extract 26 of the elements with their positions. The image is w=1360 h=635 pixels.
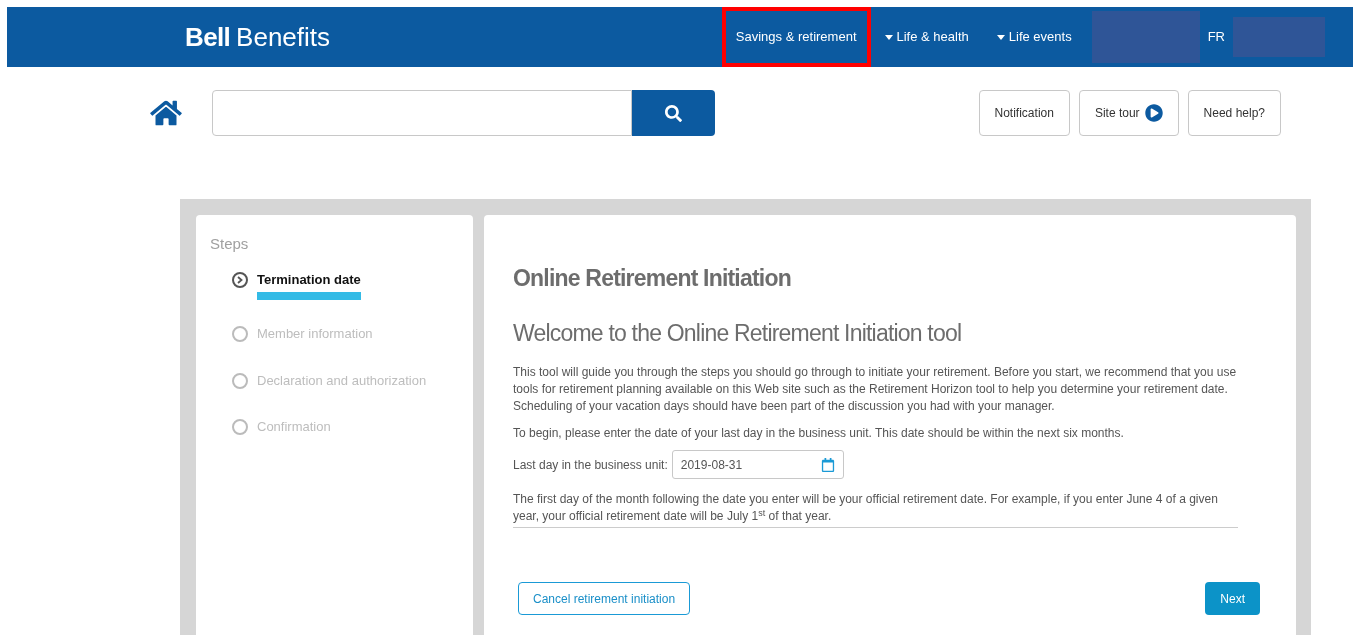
toolbar-button[interactable]: Need help? <box>1187 90 1281 136</box>
logo[interactable]: Bell Benefits <box>185 17 331 57</box>
search-icon <box>665 104 682 122</box>
home-icon[interactable] <box>150 99 182 127</box>
steps-title: Steps <box>210 234 250 254</box>
page-title: Online Retirement Initiation <box>513 264 792 293</box>
play-icon <box>1144 104 1163 122</box>
date-label: Last day in the business unit: <box>513 456 668 474</box>
cancel-button[interactable]: Cancel retirement initiation <box>518 582 691 615</box>
caret-icon <box>996 34 1005 40</box>
intro-paragraph: This tool will guide you through the steps you should go through to initiate your retirement. Before you start, we recommend that you use tools for retirement planning available on this Web site such as the Retirement Horizon tool to help you determine your retirement date. Scheduling of your vacation days should have been part of the discussion you had with your manager. <box>513 364 1238 415</box>
instruction-text: To begin, please enter the date of your last day in the business unit. This date should be within the next six months. <box>513 425 1125 442</box>
nav-item[interactable]: Life & health <box>870 7 983 67</box>
search-button[interactable] <box>632 90 715 136</box>
date-field[interactable]: 2019-08-31 <box>671 450 844 479</box>
step-item[interactable]: Termination date <box>257 269 361 300</box>
page-subtitle: Welcome to the Online Retirement Initiation tool <box>513 318 963 348</box>
note-paragraph: The first day of the month following the date you enter will be your official retirement date. For example, if you enter June 4 of a given year, your official retirement date will be July 1$^{st}$ of that year. <box>513 491 1238 528</box>
nav-item[interactable]: Life events <box>982 7 1086 67</box>
nav-item[interactable]: Savings & retirement <box>721 7 871 67</box>
toolbar-button[interactable]: Notification <box>978 90 1070 136</box>
calendar-icon[interactable] <box>820 457 835 472</box>
language-link[interactable]: FR <box>1199 27 1233 47</box>
caret-icon <box>884 34 893 40</box>
toolbar-button[interactable]: Site tour <box>1078 90 1179 136</box>
search-field[interactable] <box>212 90 632 136</box>
